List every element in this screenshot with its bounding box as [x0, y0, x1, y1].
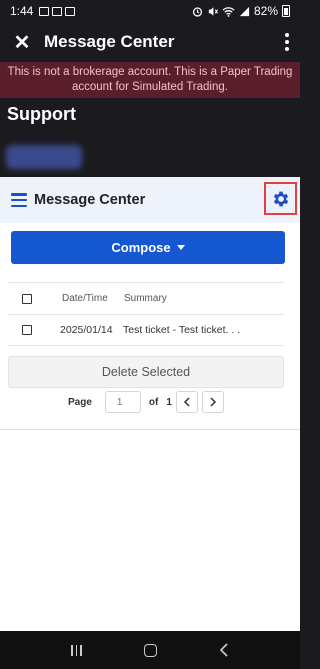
- message-center-title: Message Center: [34, 192, 146, 208]
- divider: [0, 429, 300, 430]
- table-header-row: Date/Time Summary: [8, 282, 284, 315]
- paper-trading-banner: This is not a brokerage account. This is…: [0, 62, 300, 98]
- app-bar: ✕ Message Center: [0, 22, 300, 62]
- next-page-button[interactable]: [201, 391, 224, 413]
- image-notification-icon: [39, 6, 50, 16]
- message-center-panel: Message Center Compose Date/Time Summary…: [0, 177, 300, 631]
- settings-button[interactable]: [264, 182, 297, 215]
- message-center-header: Message Center: [0, 177, 300, 223]
- gallery-notification-icon: [52, 6, 63, 16]
- caret-down-icon: [176, 245, 185, 250]
- row-date: 2025/01/14: [60, 324, 113, 336]
- mute-icon: [208, 6, 218, 16]
- chevron-right-icon: [210, 397, 216, 407]
- battery-icon: [282, 5, 290, 17]
- recent-apps-icon[interactable]: [71, 644, 82, 656]
- table-row[interactable]: 2025/01/14 Test ticket - Test ticket. . …: [8, 315, 284, 346]
- page-label: Page: [68, 396, 92, 408]
- column-header-summary[interactable]: Summary: [114, 293, 167, 304]
- status-bar: 1:44 82%: [0, 0, 300, 22]
- pagination: Page of 1: [68, 390, 224, 414]
- delete-selected-button[interactable]: Delete Selected: [8, 356, 284, 388]
- wifi-icon: [222, 6, 235, 17]
- total-pages: 1: [166, 396, 172, 408]
- system-nav-bar: [0, 631, 300, 669]
- of-label: of: [148, 396, 159, 408]
- notification-icons: [39, 6, 76, 16]
- gear-icon: [273, 191, 288, 206]
- column-header-date[interactable]: Date/Time: [46, 293, 114, 304]
- menu-icon[interactable]: [11, 193, 27, 207]
- redacted-account-info: [6, 145, 82, 169]
- select-all-checkbox[interactable]: [22, 293, 32, 304]
- home-icon[interactable]: [143, 643, 157, 657]
- previous-page-button[interactable]: [175, 391, 198, 413]
- more-options-icon[interactable]: [274, 33, 300, 51]
- message-table: Date/Time Summary 2025/01/14 Test ticket…: [8, 282, 284, 346]
- status-time: 1:44: [10, 4, 34, 18]
- support-title: Support: [7, 104, 76, 124]
- back-icon[interactable]: [219, 643, 229, 657]
- row-summary[interactable]: Test ticket - Test ticket. . .: [123, 324, 240, 336]
- support-header: Support: [0, 98, 300, 177]
- close-icon[interactable]: ✕: [0, 30, 44, 55]
- signal-icon: [239, 6, 250, 16]
- chevron-left-icon: [183, 397, 190, 407]
- alarm-icon: [192, 6, 203, 17]
- compose-button[interactable]: Compose: [11, 231, 285, 264]
- row-checkbox[interactable]: [22, 325, 32, 335]
- compose-label: Compose: [111, 240, 171, 255]
- app-title: Message Center: [44, 32, 175, 51]
- battery-percent: 82%: [253, 4, 278, 18]
- page-number-input[interactable]: [104, 391, 141, 413]
- calendar-notification-icon: [65, 6, 76, 16]
